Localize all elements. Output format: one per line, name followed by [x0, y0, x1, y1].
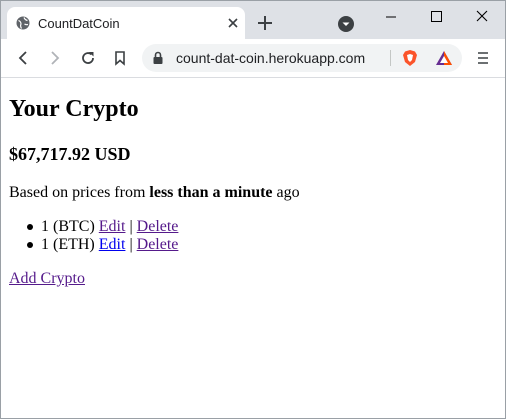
globe-icon: [16, 16, 30, 30]
reload-icon[interactable]: [80, 50, 96, 66]
address-bar-divider: [390, 50, 391, 66]
url-text[interactable]: count-dat-coin.herokuapp.com: [176, 50, 365, 66]
holding-text: 1 (BTC): [41, 218, 95, 235]
link-separator: |: [129, 218, 133, 235]
close-tab-icon[interactable]: [226, 16, 240, 30]
holding-item-btc: 1 (BTC) Edit | Delete: [9, 218, 178, 236]
holding-text: 1 (ETH): [41, 236, 95, 253]
address-bar[interactable]: count-dat-coin.herokuapp.com: [142, 44, 462, 72]
browser-window: CountDatCoin count-dat-coin.herokuapp.co…: [0, 0, 506, 419]
list-bullet: [27, 224, 33, 230]
menu-icon[interactable]: [477, 50, 489, 66]
prices-note-age: less than a minute: [149, 184, 273, 201]
browser-tab[interactable]: CountDatCoin: [7, 7, 245, 39]
prices-note-suffix: ago: [272, 184, 300, 201]
holding-item-eth: 1 (ETH) Edit | Delete: [9, 236, 178, 254]
tab-strip: CountDatCoin: [1, 1, 505, 39]
delete-eth-link[interactable]: Delete: [137, 236, 179, 253]
new-tab-icon[interactable]: [255, 13, 275, 33]
list-bullet: [27, 242, 33, 248]
edit-eth-link[interactable]: Edit: [99, 236, 126, 253]
lock-icon[interactable]: [152, 51, 164, 65]
window-close-icon[interactable]: [467, 7, 497, 25]
minimize-icon[interactable]: [376, 7, 406, 25]
page-content: Your Crypto $67,717.92 USD Based on pric…: [1, 78, 505, 418]
tab-search-icon[interactable]: [338, 16, 354, 32]
browser-toolbar: count-dat-coin.herokuapp.com: [1, 39, 505, 78]
brave-rewards-icon[interactable]: [435, 50, 453, 66]
page-title: Your Crypto: [9, 96, 139, 122]
tab-title: CountDatCoin: [38, 16, 120, 31]
back-arrow-icon[interactable]: [15, 50, 31, 66]
brave-shields-icon[interactable]: [402, 49, 418, 67]
link-separator: |: [129, 236, 133, 253]
bookmark-icon[interactable]: [112, 50, 128, 66]
edit-btc-link[interactable]: Edit: [99, 218, 126, 235]
portfolio-total: $67,717.92 USD: [9, 144, 131, 164]
add-crypto-link[interactable]: Add Crypto: [9, 270, 85, 288]
holdings-list: 1 (BTC) Edit | Delete 1 (ETH) Edit | Del…: [9, 218, 178, 254]
maximize-icon[interactable]: [421, 7, 451, 25]
prices-note: Based on prices from less than a minute …: [9, 184, 300, 202]
delete-btc-link[interactable]: Delete: [137, 218, 179, 235]
prices-note-prefix: Based on prices from: [9, 184, 150, 201]
forward-arrow-icon[interactable]: [47, 50, 63, 66]
